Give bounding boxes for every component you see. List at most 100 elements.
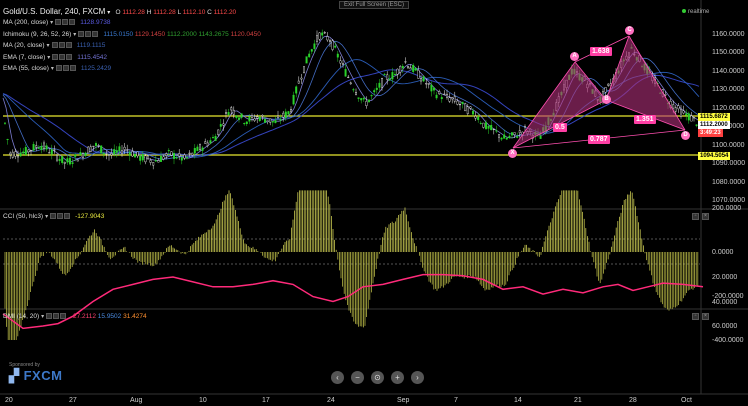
indicator-dropdown-icon[interactable]: ▾ xyxy=(47,43,50,49)
candle-body xyxy=(6,139,9,141)
candle-body xyxy=(310,49,313,52)
price-tag-label: 3:49:23 xyxy=(698,128,723,137)
candle-body xyxy=(399,66,402,73)
indicator-settings-icon[interactable] xyxy=(55,19,62,26)
candle-body xyxy=(674,107,677,112)
candle-body xyxy=(446,93,449,98)
candle-body xyxy=(74,154,77,157)
candle-body xyxy=(685,113,688,116)
symbol-title[interactable]: Gold/U.S. Dollar, 240, FXCM ▾ O 1112.28 H… xyxy=(3,7,236,16)
indicator-settings-icon[interactable] xyxy=(51,42,58,49)
candle-body xyxy=(183,154,186,159)
pattern-point-a: A xyxy=(570,52,579,61)
pane-maximize-icon[interactable]: ▫ xyxy=(692,213,699,220)
cci-close-icon[interactable] xyxy=(64,213,71,220)
candle-body xyxy=(464,103,467,112)
dmi-settings-icon[interactable] xyxy=(46,313,53,320)
candle-body xyxy=(482,122,485,128)
pane-close-icon[interactable]: × xyxy=(702,213,709,220)
indicator-row[interactable]: MA (200, close) ▾ 1128.9738 xyxy=(3,18,110,27)
indicator-close-icon[interactable] xyxy=(69,65,76,72)
cci-dropdown-icon[interactable]: ▾ xyxy=(45,214,48,220)
candle-body xyxy=(316,35,319,42)
cci-settings-icon[interactable] xyxy=(50,213,57,220)
scroll-left-icon[interactable]: ‹ xyxy=(331,371,344,384)
indicator-close-icon[interactable] xyxy=(65,42,72,49)
time-tick: 24 xyxy=(327,397,335,404)
candle-body xyxy=(440,97,443,100)
realtime-indicator: realtime xyxy=(682,9,709,15)
indicator-settings-icon[interactable] xyxy=(78,30,85,37)
zoom-in-icon[interactable]: + xyxy=(391,371,404,384)
symbol-dropdown-icon[interactable]: ▾ xyxy=(107,10,110,16)
indicator-dropdown-icon[interactable]: ▾ xyxy=(73,32,76,38)
candle-body xyxy=(261,115,264,117)
indicator-row[interactable]: Ichimoku (9, 26, 52, 26) ▾ 1115.0150 1129.… xyxy=(3,30,261,39)
cci-hide-icon[interactable] xyxy=(57,213,64,220)
indicator-hide-icon[interactable] xyxy=(85,30,92,37)
pattern-ratio-label: 1.351 xyxy=(634,115,656,124)
candle-body xyxy=(50,149,53,155)
ichimoku-value: 1120.0450 xyxy=(228,30,261,38)
candle-body xyxy=(243,123,246,125)
candle-body xyxy=(105,153,108,155)
zoom-out-icon[interactable]: − xyxy=(351,371,364,384)
indicator-dropdown-icon[interactable]: ▾ xyxy=(50,20,53,26)
candle-body xyxy=(48,152,51,154)
candle-body xyxy=(157,160,160,163)
indicator-row[interactable]: EMA (7, close) ▾ 1115.4542 xyxy=(3,53,107,62)
sponsor-block[interactable]: Sponsored by ▞ FXCM xyxy=(9,362,62,384)
candle-body xyxy=(492,128,495,130)
candle-body xyxy=(323,32,326,34)
dmi-hide-icon[interactable] xyxy=(53,313,60,320)
dmi-plus-value: 15.9502 xyxy=(97,313,122,320)
candle-body xyxy=(167,150,170,152)
candle-body xyxy=(355,92,358,95)
candle-body xyxy=(539,135,542,139)
candle-body xyxy=(303,66,306,73)
indicator-hide-icon[interactable] xyxy=(58,42,65,49)
candle-body xyxy=(318,32,321,40)
candle-body xyxy=(19,152,22,157)
candle-body xyxy=(154,160,157,162)
candle-body xyxy=(383,74,386,76)
candle-body xyxy=(240,113,243,118)
indicator-hide-icon[interactable] xyxy=(59,53,66,60)
indicator-close-icon[interactable] xyxy=(92,30,99,37)
indicator-close-icon[interactable] xyxy=(66,53,73,60)
dmi-pane-close-icon[interactable]: × xyxy=(702,313,709,320)
indicator-hide-icon[interactable] xyxy=(62,19,69,26)
candle-body xyxy=(209,140,212,144)
indicator-dropdown-icon[interactable]: ▾ xyxy=(51,66,54,72)
dmi-legend[interactable]: DMI (14, 20) ▾ 27.2112 15.9502 31.4274 xyxy=(3,312,147,321)
indicator-row[interactable]: MA (20, close) ▾ 1119.1115 xyxy=(3,41,105,50)
indicator-value: 1125.2429 xyxy=(80,65,112,72)
cci-legend[interactable]: CCI (50, hlc3) ▾ -127.9043 xyxy=(3,212,104,221)
time-tick: Sep xyxy=(397,397,410,404)
candle-body xyxy=(245,121,248,125)
scroll-right-icon[interactable]: › xyxy=(411,371,424,384)
exit-fullscreen-button[interactable]: Exit Full Screen (ESC) xyxy=(339,1,410,9)
candle-body xyxy=(227,112,230,116)
chart-canvas[interactable] xyxy=(0,0,748,406)
candle-body xyxy=(360,98,363,101)
candle-body xyxy=(469,106,472,109)
candle-body xyxy=(368,99,371,103)
indicator-close-icon[interactable] xyxy=(69,19,76,26)
indicator-settings-icon[interactable] xyxy=(52,53,59,60)
candle-body xyxy=(92,145,95,147)
indicator-row[interactable]: EMA (55, close) ▾ 1125.2429 xyxy=(3,64,111,73)
candle-body xyxy=(191,152,194,156)
candle-body xyxy=(425,82,428,85)
dmi-dropdown-icon[interactable]: ▾ xyxy=(41,314,44,320)
reset-icon[interactable]: ⊙ xyxy=(371,371,384,384)
dmi-pane-maximize-icon[interactable]: ▫ xyxy=(692,313,699,320)
indicator-settings-icon[interactable] xyxy=(55,65,62,72)
candle-body xyxy=(466,106,469,114)
candle-body xyxy=(102,152,105,155)
dmi-close-icon[interactable] xyxy=(60,313,67,320)
indicator-dropdown-icon[interactable]: ▾ xyxy=(47,55,50,61)
indicator-hide-icon[interactable] xyxy=(62,65,69,72)
indicator-value: 1119.1115 xyxy=(76,42,106,49)
candle-body xyxy=(349,82,352,85)
